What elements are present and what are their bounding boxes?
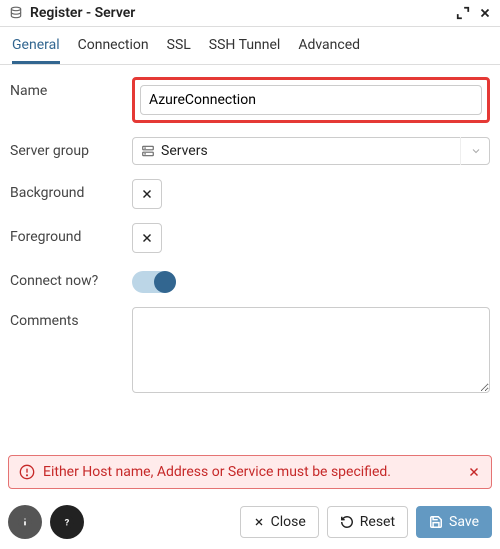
foreground-label: Foreground [10,223,132,245]
x-icon [253,516,265,528]
error-banner: Either Host name, Address or Service mus… [8,455,492,489]
tabs: General Connection SSL SSH Tunnel Advanc… [0,27,500,65]
svg-text:?: ? [65,517,70,528]
save-label: Save [449,514,479,530]
close-button[interactable]: Close [240,506,319,538]
close-icon[interactable] [478,6,492,20]
server-group-value: Servers [161,143,208,159]
name-highlight [132,77,490,123]
save-button[interactable]: Save [416,506,492,538]
name-input[interactable] [140,85,482,115]
server-group-label: Server group [10,137,132,159]
tab-connection[interactable]: Connection [78,27,149,64]
titlebar: Register - Server [0,0,500,27]
register-server-dialog: Register - Server General Connection SSL… [0,0,500,549]
save-icon [429,515,443,529]
server-group-select[interactable]: Servers [132,137,490,165]
dialog-title: Register - Server [30,5,456,21]
tab-general[interactable]: General [12,27,60,64]
error-icon [19,464,35,480]
name-label: Name [10,77,132,99]
tab-ssl[interactable]: SSL [167,27,191,64]
foreground-clear-button[interactable] [132,223,162,253]
background-label: Background [10,179,132,201]
comments-label: Comments [10,307,132,329]
tab-advanced[interactable]: Advanced [298,27,360,64]
error-dismiss-button[interactable] [467,465,481,479]
comments-input[interactable] [132,307,490,393]
maximize-icon[interactable] [456,6,470,20]
reset-button[interactable]: Reset [327,506,408,538]
tab-ssh-tunnel[interactable]: SSH Tunnel [209,27,281,64]
connect-now-toggle[interactable] [132,271,176,293]
action-bar: ? Close Reset Save [0,499,500,549]
servers-icon [141,144,155,158]
close-label: Close [271,514,306,530]
database-icon [8,5,24,21]
reset-label: Reset [360,514,395,530]
reset-icon [340,515,354,529]
chevron-down-icon [460,137,490,165]
background-clear-button[interactable] [132,179,162,209]
form-body: Name Server group Servers [0,65,500,451]
help-button[interactable]: ? [50,505,84,539]
error-text: Either Host name, Address or Service mus… [43,464,467,480]
info-button[interactable] [8,505,42,539]
connect-now-label: Connect now? [10,267,132,289]
